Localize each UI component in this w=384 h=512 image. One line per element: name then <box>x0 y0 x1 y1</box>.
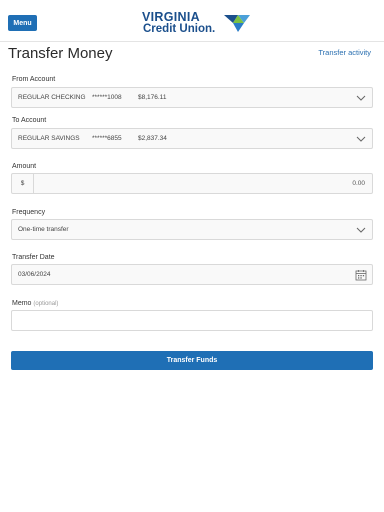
transfer-date-label: Transfer Date <box>12 254 55 261</box>
from-account-select[interactable]: REGULAR CHECKING ******1008 $8,176.11 <box>11 87 373 108</box>
amount-input[interactable]: 0.00 <box>33 173 373 194</box>
transfer-date-input[interactable]: 03/06/2024 <box>11 264 373 285</box>
transfer-funds-button[interactable]: Transfer Funds <box>11 351 373 370</box>
memo-input[interactable] <box>11 310 373 331</box>
amount-value: 0.00 <box>352 180 365 187</box>
from-account-label: From Account <box>12 76 56 83</box>
frequency-label: Frequency <box>12 209 46 216</box>
to-account-balance: $2,837.34 <box>138 135 167 142</box>
page-title: Transfer Money <box>8 45 113 62</box>
memo-label: Memo (optional) <box>12 299 58 309</box>
menu-button[interactable]: Menu <box>8 15 37 31</box>
from-account-name: REGULAR CHECKING <box>18 94 86 101</box>
to-account-number: ******6855 <box>92 135 122 142</box>
memo-label-text: Memo <box>12 300 32 307</box>
amount-field: $ 0.00 <box>11 173 373 194</box>
to-account-name: REGULAR SAVINGS <box>18 135 80 142</box>
currency-prefix: $ <box>11 173 34 194</box>
to-account-label: To Account <box>12 117 47 124</box>
transfer-date-value: 03/06/2024 <box>18 271 51 278</box>
frequency-value: One-time transfer <box>18 226 69 233</box>
memo-optional-hint: (optional) <box>33 301 59 307</box>
app-header: Menu VIRGINIA Credit Union. <box>0 0 384 42</box>
transfer-activity-link[interactable]: Transfer activity <box>318 48 371 58</box>
amount-label: Amount <box>12 163 37 170</box>
calendar-icon[interactable] <box>355 269 367 281</box>
chevron-down-icon <box>356 95 366 101</box>
brand-logo[interactable]: VIRGINIA Credit Union. <box>142 11 252 37</box>
from-account-number: ******1008 <box>92 94 122 101</box>
chevron-down-icon <box>356 227 366 233</box>
frequency-select[interactable]: One-time transfer <box>11 219 373 240</box>
to-account-select[interactable]: REGULAR SAVINGS ******6855 $2,837.34 <box>11 128 373 149</box>
logo-text-credit-union: Credit Union. <box>143 23 216 35</box>
from-account-balance: $8,176.11 <box>138 94 167 101</box>
chevron-down-icon <box>356 136 366 142</box>
logo-mark-icon <box>224 15 250 32</box>
